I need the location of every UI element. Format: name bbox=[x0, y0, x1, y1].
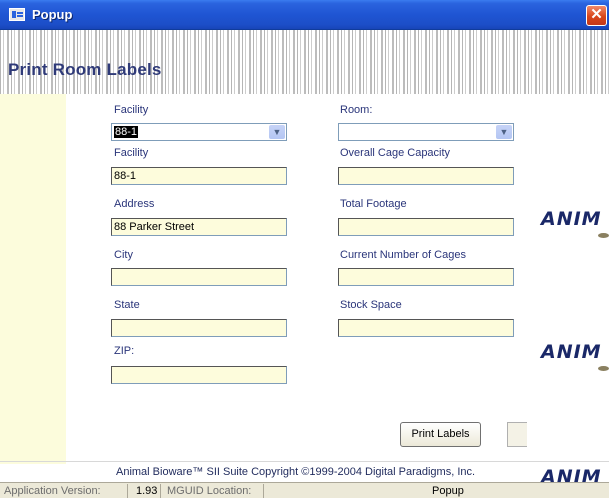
footer-divider bbox=[0, 461, 609, 462]
logo-swoosh bbox=[598, 233, 609, 238]
app-version-label: Application Version: bbox=[4, 485, 101, 497]
current-number-of-cages-label: Current Number of Cages bbox=[340, 249, 466, 261]
zip-label: ZIP: bbox=[114, 345, 135, 357]
animal-bioware-logo: ANIM bbox=[541, 208, 602, 230]
facility-combo-label: Facility bbox=[114, 104, 149, 116]
total-footage-field[interactable] bbox=[338, 218, 514, 236]
overall-cage-capacity-label: Overall Cage Capacity bbox=[340, 147, 451, 159]
zip-field[interactable] bbox=[111, 366, 287, 384]
copyright-text: Animal Bioware™ SII Suite Copyright ©199… bbox=[116, 466, 476, 478]
facility-label: Facility bbox=[114, 147, 149, 159]
city-label: City bbox=[114, 249, 133, 261]
window-title: Popup bbox=[32, 7, 73, 22]
chevron-down-icon[interactable]: ▼ bbox=[269, 125, 285, 139]
page-title: Print Room Labels bbox=[8, 60, 162, 79]
state-field[interactable] bbox=[111, 319, 287, 337]
mguid-location-label: MGUID Location: bbox=[167, 485, 252, 497]
overall-cage-capacity-field[interactable] bbox=[338, 167, 514, 185]
header-band: Print Room Labels bbox=[0, 30, 609, 94]
close-button[interactable]: ✕ bbox=[586, 5, 607, 26]
chevron-down-icon[interactable]: ▼ bbox=[496, 125, 512, 139]
logo-swoosh bbox=[598, 366, 609, 371]
status-separator bbox=[160, 484, 161, 498]
city-field[interactable] bbox=[111, 268, 287, 286]
form-name: Popup bbox=[432, 485, 464, 497]
total-footage-label: Total Footage bbox=[340, 198, 407, 210]
status-separator bbox=[127, 484, 128, 498]
stock-space-field[interactable] bbox=[338, 319, 514, 337]
form-window-icon bbox=[9, 8, 25, 21]
app-version-value: 1.93 bbox=[136, 485, 158, 497]
left-margin-strip bbox=[0, 94, 66, 464]
current-number-of-cages-field[interactable] bbox=[338, 268, 514, 286]
facility-select[interactable]: 88-1 ▼ bbox=[111, 123, 287, 141]
status-bar: Application Version: 1.93 MGUID Location… bbox=[0, 482, 609, 498]
status-separator bbox=[263, 484, 264, 498]
animal-bioware-logo: ANIM bbox=[541, 341, 602, 363]
room-combo-label: Room: bbox=[340, 104, 373, 116]
title-bar: Popup ✕ bbox=[0, 0, 609, 30]
room-select[interactable]: ▼ bbox=[338, 123, 514, 141]
stock-space-label: Stock Space bbox=[340, 299, 402, 311]
print-labels-button[interactable]: Print Labels bbox=[400, 422, 481, 447]
secondary-button[interactable] bbox=[507, 422, 527, 447]
facility-select-value: 88-1 bbox=[114, 126, 139, 138]
address-field[interactable]: 88 Parker Street bbox=[111, 218, 287, 236]
address-label: Address bbox=[114, 198, 155, 210]
facility-field[interactable]: 88-1 bbox=[111, 167, 287, 185]
state-label: State bbox=[114, 299, 140, 311]
